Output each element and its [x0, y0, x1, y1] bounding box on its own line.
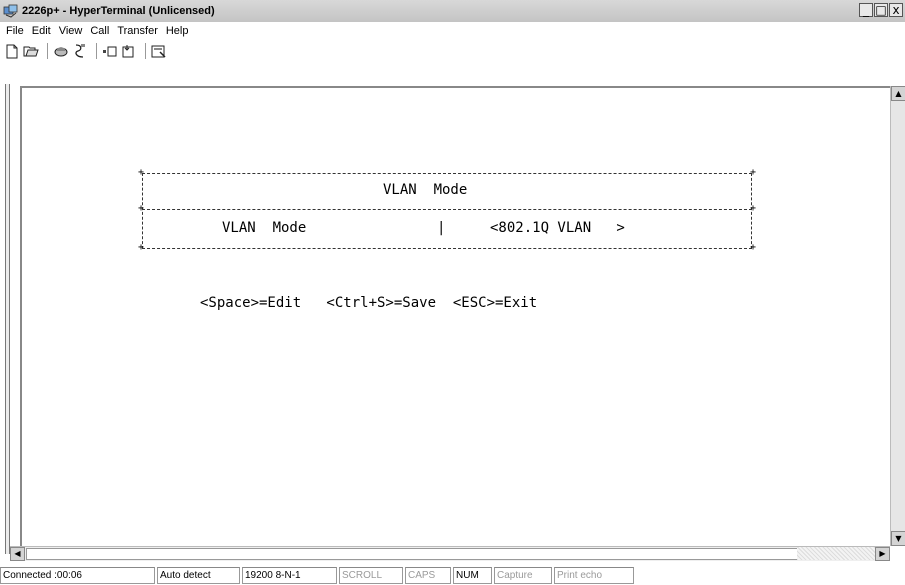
toolbar-separator [96, 43, 97, 59]
status-caps: CAPS [405, 566, 451, 584]
disconnect-icon[interactable] [72, 43, 88, 59]
panel-corner: + [749, 167, 756, 178]
panel-bottom-border [142, 248, 752, 249]
menu-bar: File Edit View Call Transfer Help [0, 22, 905, 40]
window-title: 2226p+ - HyperTerminal (Unlicensed) [22, 5, 215, 17]
status-print-echo: Print echo [554, 566, 634, 584]
hyperterminal-app-icon[interactable] [3, 4, 19, 18]
panel-corner: + [138, 242, 145, 253]
vlan-mode-value[interactable]: <802.1Q VLAN > [490, 220, 625, 236]
panel-corner: + [138, 167, 145, 178]
vertical-scrollbar[interactable]: ▲ ▼ [890, 86, 905, 546]
connect-icon[interactable] [53, 43, 69, 59]
menu-edit[interactable]: Edit [32, 25, 51, 37]
minimize-button[interactable]: _ [859, 3, 873, 17]
help-line: <Space>=Edit <Ctrl+S>=Save <ESC>=Exit [200, 295, 538, 311]
vlan-mode-label: VLAN Mode [222, 220, 307, 236]
properties-icon[interactable] [151, 43, 167, 59]
toolbar [0, 40, 905, 62]
open-icon[interactable] [23, 43, 39, 59]
menu-help[interactable]: Help [166, 25, 189, 37]
panel-corner: + [749, 242, 756, 253]
toolbar-separator [47, 43, 48, 59]
new-icon[interactable] [4, 43, 20, 59]
menu-transfer[interactable]: Transfer [117, 25, 158, 37]
horizontal-scrollbar[interactable]: ◀ ▶ [10, 546, 890, 561]
status-settings: 19200 8-N-1 [242, 566, 337, 584]
panel-divider [142, 209, 752, 210]
horizontal-scroll-thumb[interactable] [26, 548, 806, 560]
status-detect: Auto detect [157, 566, 240, 584]
scroll-right-arrow-icon[interactable]: ▶ [875, 547, 890, 561]
panel-title: VLAN Mode [383, 182, 468, 198]
maximize-button[interactable]: □ [874, 3, 888, 17]
send-icon[interactable] [102, 43, 118, 59]
panel-top-border [142, 173, 752, 174]
title-bar: 2226p+ - HyperTerminal (Unlicensed) _ □ … [0, 0, 905, 22]
status-capture: Capture [494, 566, 552, 584]
scroll-track [797, 547, 875, 560]
status-scroll: SCROLL [339, 566, 403, 584]
terminal-screen[interactable] [22, 86, 890, 546]
panel-corner: + [749, 203, 756, 214]
field-separator: | [437, 220, 446, 236]
scroll-left-arrow-icon[interactable]: ◀ [10, 547, 25, 561]
receive-icon[interactable] [121, 43, 137, 59]
status-num: NUM [453, 566, 492, 584]
panel-corner: + [138, 203, 145, 214]
window-controls: _ □ x [858, 3, 903, 17]
scroll-up-arrow-icon[interactable]: ▲ [891, 86, 905, 101]
status-bar: Connected :00:06 Auto detect 19200 8-N-1… [0, 565, 905, 585]
menu-view[interactable]: View [59, 25, 83, 37]
menu-file[interactable]: File [6, 25, 24, 37]
menu-call[interactable]: Call [90, 25, 109, 37]
status-connected: Connected :00:06 [0, 566, 155, 584]
close-button[interactable]: x [889, 3, 903, 17]
scroll-down-arrow-icon[interactable]: ▼ [891, 531, 905, 546]
toolbar-separator [145, 43, 146, 59]
terminal-left-border [5, 84, 10, 554]
